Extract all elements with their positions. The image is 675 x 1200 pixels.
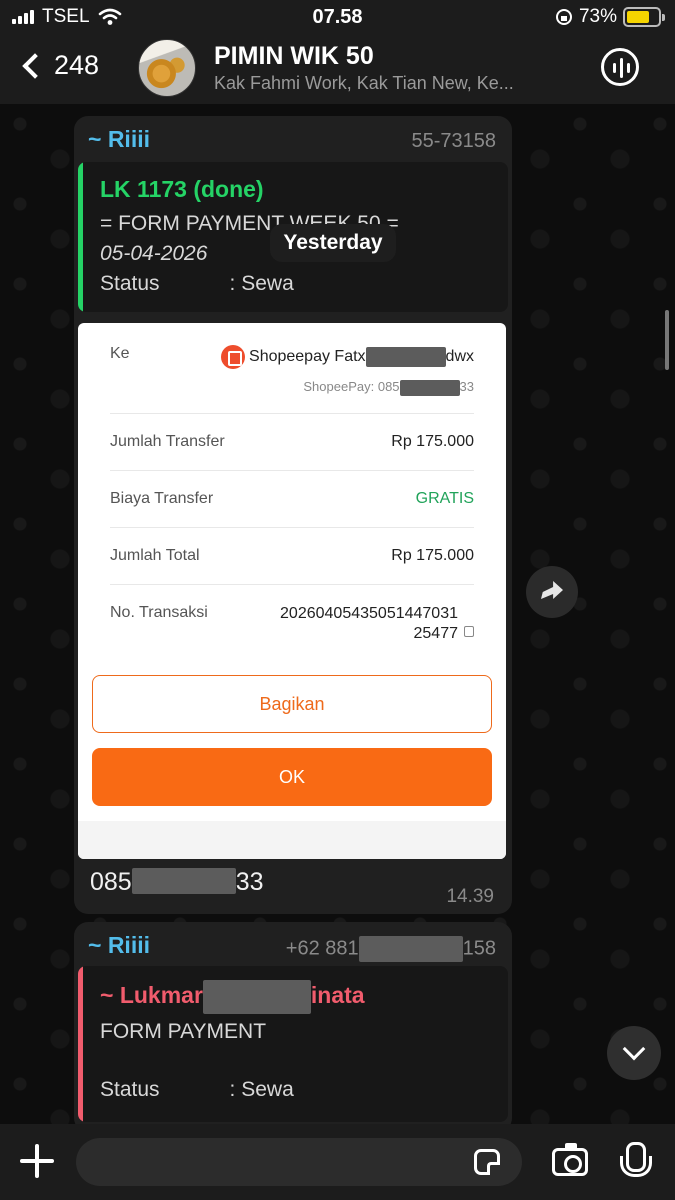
copy-icon[interactable] (464, 626, 474, 637)
forward-icon[interactable] (526, 566, 578, 618)
quote-bar (78, 162, 83, 312)
rotation-lock-icon (555, 9, 572, 25)
mic-icon[interactable] (620, 1142, 652, 1184)
message-caption: 085 33 (90, 868, 264, 897)
recipient-name: Shopeepay Fatx dwx (221, 345, 474, 369)
camera-icon[interactable] (552, 1143, 588, 1176)
message-input[interactable] (76, 1138, 522, 1186)
redaction-block (131, 868, 236, 895)
sender-name[interactable]: ~ Riiii (88, 126, 150, 153)
sticker-icon[interactable] (474, 1149, 500, 1175)
quote-line: FORM PAYMENT (100, 1020, 267, 1043)
caption-prefix: 085 (90, 868, 132, 896)
sender-name[interactable]: ~ Riiii (88, 932, 150, 959)
back-button[interactable]: 248 (18, 50, 99, 81)
divider (110, 527, 474, 528)
date-separator: Yesterday (270, 224, 396, 262)
battery-fill (627, 11, 649, 23)
recipient-label: Ke (110, 345, 130, 362)
receipt-row-fee: Biaya Transfer GRATIS (110, 490, 474, 514)
group-members[interactable]: Kak Fahmi Work, Kak Tian New, Ke... (214, 73, 554, 94)
quote-date: 05-04-2026 (100, 242, 208, 265)
fee-label: Biaya Transfer (110, 490, 214, 507)
transaction-id-line2: 25477 (413, 625, 459, 642)
amount-label: Jumlah Transfer (110, 433, 225, 450)
receipt-row-recipient: Ke Shopeepay Fatx dwx ShopeePay: 085 33 (110, 345, 474, 396)
quote-title: LK 1173 (done) (100, 176, 264, 202)
back-chevron-icon (22, 52, 48, 79)
group-title[interactable]: PIMIN WIK 50 (214, 42, 374, 71)
quote-status: Status : Sewa (100, 1078, 294, 1101)
redaction-block (358, 936, 463, 962)
transaction-label: No. Transaksi (110, 604, 208, 621)
status-right: 73% (555, 6, 665, 28)
receipt-row-total: Jumlah Total Rp 175.000 (110, 547, 474, 571)
sender-phone: 55-73158 (411, 130, 496, 152)
phone-suffix: 158 (462, 937, 496, 960)
total-value: Rp 175.000 (391, 547, 474, 564)
recipient-name-prefix: Shopeepay Fatx (249, 348, 366, 366)
shopeepay-icon (221, 345, 246, 369)
chat-area[interactable]: ~ Riiii 55-73158 LK 1173 (done) = FORM P… (0, 104, 675, 1124)
share-button[interactable]: Bagikan (92, 675, 492, 733)
redaction-block (365, 347, 446, 367)
author-suffix: inata (310, 982, 365, 1009)
receipt-image[interactable]: Ke Shopeepay Fatx dwx ShopeePay: 085 33 Ju… (78, 323, 506, 859)
battery-percent: 73% (578, 6, 617, 27)
receipt-row-transaction: No. Transaksi 20260405435051447031 25477 (110, 604, 474, 648)
receipt-row-amount: Jumlah Transfer Rp 175.000 (110, 433, 474, 457)
author-prefix: ~ Lukmar (100, 982, 203, 1009)
total-label: Jumlah Total (110, 547, 200, 564)
scroll-indicator[interactable] (665, 310, 669, 370)
divider (110, 413, 474, 414)
ok-button[interactable]: OK (92, 748, 492, 806)
quote-status: Status : Sewa (100, 272, 294, 295)
recipient-name-suffix: dwx (445, 348, 474, 366)
composer-bar (0, 1124, 675, 1200)
quote-author: ~ Lukmar inata (100, 980, 365, 1014)
status-bar: TSEL 07.58 73% (0, 0, 675, 36)
sender-phone: +62 881 158 (286, 936, 496, 962)
voice-chat-icon[interactable] (601, 48, 639, 86)
account-suffix: 33 (459, 379, 474, 394)
quote-bar (78, 966, 83, 1122)
redaction-block (399, 379, 460, 396)
redaction-block (202, 980, 311, 1014)
message-time: 14.39 (446, 886, 494, 907)
phone-prefix: +62 881 (285, 937, 359, 960)
battery-icon (623, 7, 665, 27)
scroll-down-icon[interactable] (607, 1026, 661, 1080)
message-bubble[interactable]: ~ Riiii +62 881 158 ~ Lukmar inata FORM PA… (74, 922, 512, 1124)
quoted-message[interactable]: ~ Lukmar inata FORM PAYMENT Status : Sewa (78, 966, 508, 1122)
divider (110, 470, 474, 471)
transaction-id-line1: 20260405435051447031 (280, 605, 458, 622)
plus-icon[interactable] (20, 1144, 54, 1178)
chat-header: 248 PIMIN WIK 50 Kak Fahmi Work, Kak Tia… (0, 36, 675, 104)
group-avatar[interactable] (138, 39, 196, 97)
divider (110, 584, 474, 585)
recipient-account: ShopeePay: 085 33 (303, 379, 474, 396)
transaction-id: 20260405435051447031 25477 (280, 604, 474, 644)
account-prefix: ShopeePay: 085 (303, 379, 400, 394)
receipt-footer: Bagikan OK (78, 661, 506, 859)
amount-value: Rp 175.000 (391, 433, 474, 450)
fee-value: GRATIS (415, 490, 474, 507)
unread-count: 248 (54, 50, 100, 80)
caption-suffix: 33 (235, 868, 264, 896)
